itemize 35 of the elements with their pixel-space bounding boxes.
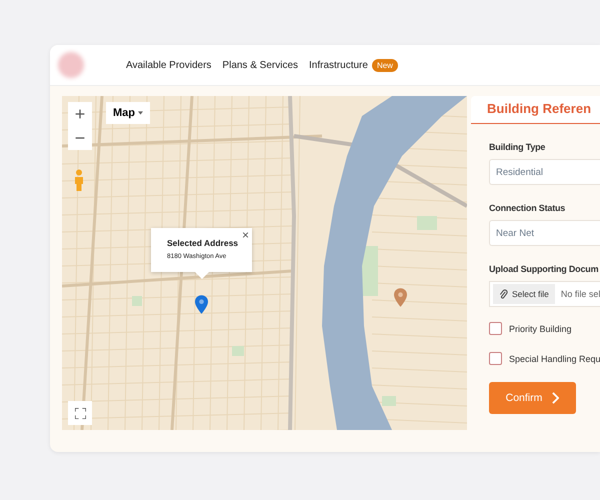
checkbox[interactable] bbox=[489, 322, 502, 335]
person-icon bbox=[74, 169, 84, 191]
new-badge: New bbox=[372, 58, 398, 72]
fullscreen-icon bbox=[74, 408, 86, 418]
checkbox[interactable] bbox=[489, 352, 502, 365]
map-pin-icon[interactable] bbox=[195, 295, 208, 314]
chevron-icon bbox=[552, 392, 560, 404]
park-area bbox=[417, 216, 437, 230]
input-field[interactable]: Near Net bbox=[489, 220, 600, 246]
tab[interactable]: Building Referen bbox=[471, 96, 600, 124]
map-pin-icon[interactable] bbox=[394, 288, 407, 307]
park-area bbox=[132, 296, 142, 306]
caret-icon bbox=[138, 111, 143, 115]
checkbox-label: Priority Building bbox=[509, 324, 572, 334]
select-file-button[interactable]: Select file bbox=[493, 284, 555, 304]
logo-icon bbox=[58, 52, 84, 78]
file-status: No file sel bbox=[560, 289, 600, 299]
field-label: Connection Status bbox=[489, 203, 566, 213]
park-area bbox=[382, 396, 396, 406]
park-area bbox=[232, 346, 244, 356]
park-area bbox=[362, 246, 378, 296]
nav-link[interactable]: Available Providers bbox=[126, 58, 212, 72]
close-button[interactable]: × bbox=[242, 228, 249, 242]
checkbox-label: Special Handling Requ bbox=[509, 354, 600, 364]
field-label: Upload Supporting Docum bbox=[489, 264, 600, 274]
paperclip-icon bbox=[499, 288, 508, 300]
nav-link[interactable]: Plans & Services bbox=[222, 58, 298, 72]
nav-link[interactable]: Infrastructure New bbox=[309, 58, 398, 72]
popup-title: Selected Address bbox=[167, 238, 240, 248]
input-field[interactable]: Residential bbox=[489, 159, 600, 185]
field-label: Building Type bbox=[489, 142, 546, 152]
popup-pointer bbox=[195, 272, 209, 279]
file-field[interactable]: Select file No file sel bbox=[489, 281, 600, 307]
map-type-button[interactable]: Map bbox=[106, 102, 150, 124]
fullscreen-button[interactable] bbox=[68, 401, 92, 425]
